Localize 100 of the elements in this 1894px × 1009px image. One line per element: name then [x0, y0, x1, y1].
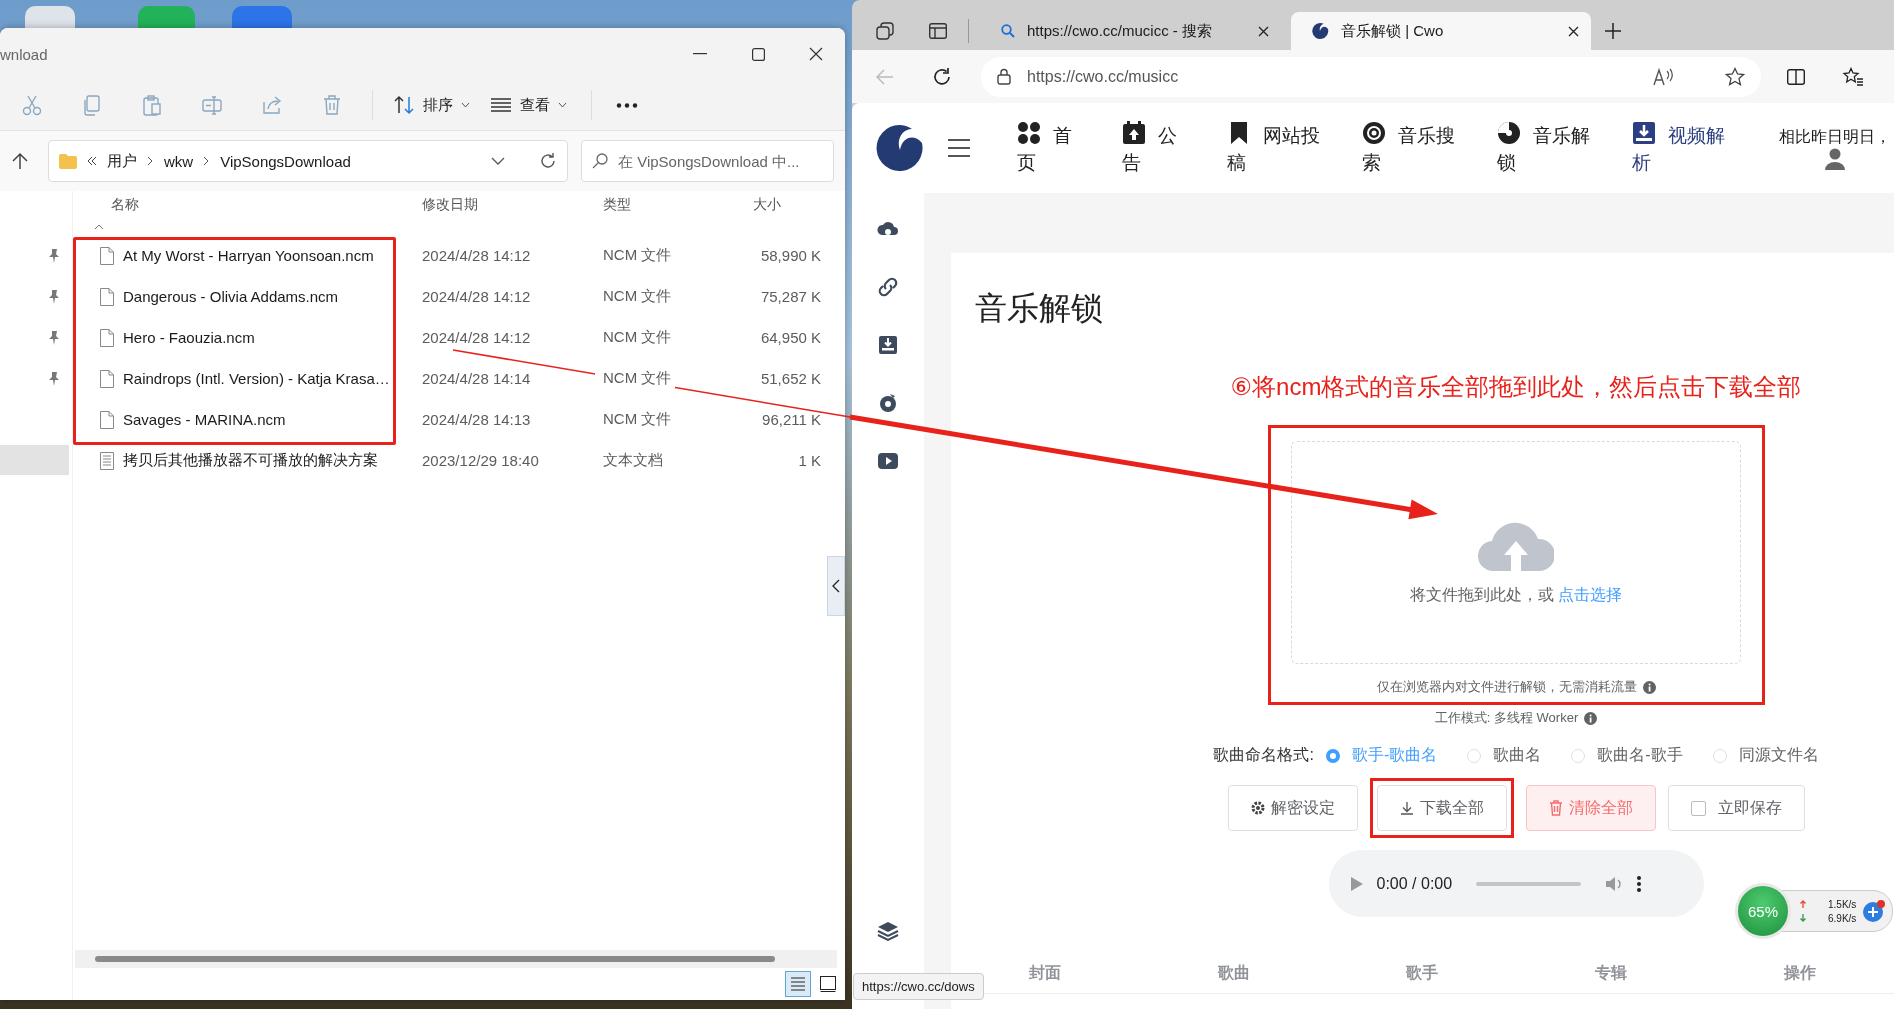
file-name[interactable]: Dangerous - Olivia Addams.ncm: [123, 288, 339, 305]
column-header: 操作: [1782, 962, 1817, 983]
checkbox-button[interactable]: 立即保存: [1667, 785, 1805, 831]
file-icon: [100, 287, 114, 306]
menu-button[interactable]: [947, 138, 971, 158]
note-text: 工作模式: 多线程 Worker: [1434, 709, 1579, 727]
close-icon[interactable]: [1258, 25, 1269, 37]
chevron-icon: [203, 156, 211, 166]
lines-icon: [490, 98, 512, 112]
pin-icon: [48, 330, 60, 345]
table-cell-text: 58,990 K: [759, 247, 822, 264]
read-aloud-icon[interactable]: [1653, 67, 1673, 86]
browser-tab[interactable]: 音乐解锁 | Cwo: [1291, 12, 1591, 50]
audio-player[interactable]: 0:00 / 0:00: [1328, 850, 1704, 917]
download-icon: [1399, 801, 1414, 815]
star-icon[interactable]: [1725, 66, 1745, 87]
link-icon[interactable]: [877, 276, 899, 298]
progress-slider[interactable]: [1476, 881, 1582, 886]
tiles-icon: [820, 976, 836, 992]
up-arrow-icon: [12, 152, 28, 170]
file-name[interactable]: Savages - MARINA.ncm: [123, 411, 286, 428]
user-icon[interactable]: [1825, 147, 1845, 170]
scrollbar[interactable]: [75, 950, 837, 968]
search-box[interactable]: 在 VipSongsDownload 中...: [581, 140, 834, 182]
disc-icon[interactable]: [878, 393, 898, 413]
table-cell-text: 2024/4/28 14:12: [421, 247, 531, 264]
table-cell-text: 75,287 K: [759, 288, 822, 305]
radio-option[interactable]: 歌曲名: [1467, 745, 1542, 766]
drop-zone[interactable]: 将文件拖到此处，或 点击选择: [1291, 441, 1741, 664]
file-icon: [100, 369, 114, 388]
disc-icon: [1497, 120, 1521, 145]
more-vertical-icon[interactable]: [1637, 875, 1642, 892]
chevron-left-icon: [832, 579, 840, 593]
file-name[interactable]: Hero - Faouzia.ncm: [123, 329, 255, 346]
file-icon: [100, 328, 114, 347]
caret-icon: [558, 102, 567, 108]
upload-speed: 1.5K/s: [1828, 898, 1857, 910]
pin-icon: [48, 371, 60, 386]
double-chevron-icon: [87, 156, 97, 166]
close-icon[interactable]: [1568, 25, 1579, 37]
settings-button[interactable]: 解密设定: [1227, 785, 1358, 831]
address-field[interactable]: https://cwo.cc/musicc: [981, 56, 1761, 97]
download-button[interactable]: 下载全部: [1376, 785, 1507, 831]
crescent-logo-icon[interactable]: [874, 123, 924, 173]
nav-link[interactable]: 音乐搜索: [1362, 120, 1462, 176]
table-cell-text: 2024/4/28 14:13: [421, 411, 531, 428]
tab-panel-icon: [928, 23, 947, 39]
breadcrumb-item[interactable]: wkw: [164, 152, 194, 170]
nav-link[interactable]: 网站投稿: [1227, 120, 1327, 176]
column-header[interactable]: 类型: [595, 196, 745, 214]
search-icon: [592, 153, 608, 169]
file-name[interactable]: At My Worst - Harryan Yoonsoan.ncm: [123, 247, 374, 264]
table-cell-text: 64,950 K: [759, 329, 822, 346]
file-icon: [100, 410, 114, 429]
lock-icon: [997, 68, 1011, 85]
browser-tab[interactable]: https://cwo.cc/mucicc - 搜索: [981, 12, 1281, 50]
radio-option[interactable]: 同源文件名: [1712, 745, 1819, 766]
plus-circle-icon[interactable]: [1862, 899, 1887, 923]
greeting-text: 相比昨日明日，: [1779, 126, 1891, 147]
table-cell-text: 2024/4/28 14:12: [421, 329, 531, 346]
column-header[interactable]: 名称: [94, 196, 414, 214]
table-cell-text: 2023/12/29 18:40: [421, 452, 539, 469]
folder-icon: [59, 153, 77, 169]
column-header[interactable]: 大小: [745, 196, 829, 214]
video-play-icon[interactable]: [877, 452, 899, 470]
nav-link[interactable]: 公告: [1122, 120, 1187, 176]
play-icon: [1350, 876, 1363, 891]
nav-link[interactable]: 视频解析: [1632, 120, 1732, 176]
search-icon: [1001, 24, 1015, 38]
close-icon: [809, 47, 823, 61]
address-bar[interactable]: 用户 wkw VipSongsDownload: [48, 140, 568, 182]
download-speed: 6.9K/s: [1828, 912, 1857, 924]
sort-button[interactable]: 排序: [383, 89, 480, 121]
volume-icon[interactable]: [1605, 875, 1624, 892]
sort-caret-icon: [94, 224, 104, 230]
drop-instruction: 将文件拖到此处，或 点击选择: [1409, 585, 1623, 605]
column-header: 歌手: [1404, 962, 1440, 983]
dropdown-caret-icon[interactable]: [491, 157, 505, 165]
refresh-icon: [931, 66, 952, 87]
nav-link[interactable]: 首页: [1017, 120, 1082, 176]
breadcrumb-item[interactable]: 用户: [107, 151, 137, 171]
rename-icon: [201, 94, 223, 116]
file-name[interactable]: 拷贝后其他播放器不可播放的解决方案: [123, 451, 378, 470]
radio-option[interactable]: 歌曲名-歌手: [1571, 745, 1683, 766]
search-field[interactable]: 在 VipSongsDownload 中...: [618, 152, 823, 170]
favorites-icon: [1841, 66, 1864, 87]
window-title: wnload: [0, 45, 48, 63]
minimize-icon: [693, 53, 707, 55]
split-screen-icon: [1786, 68, 1805, 85]
annotation-text: ⑥将ncm格式的音乐全部拖到此处，然后点击下载全部: [1230, 372, 1802, 402]
collapse-pane-button[interactable]: [827, 556, 845, 616]
layers-icon[interactable]: [877, 920, 899, 942]
download-box-icon[interactable]: [878, 335, 898, 355]
nav-link[interactable]: 音乐解锁: [1497, 120, 1597, 176]
breadcrumb-item[interactable]: VipSongsDownload: [220, 152, 351, 170]
refresh-icon[interactable]: [539, 152, 557, 170]
column-header[interactable]: 修改日期: [414, 196, 595, 214]
file-name[interactable]: Raindrops (Intl. Version) - Katja Krasa…: [123, 370, 390, 387]
view-button[interactable]: 查看: [480, 89, 577, 121]
page-title: 音乐解锁: [975, 289, 1104, 328]
